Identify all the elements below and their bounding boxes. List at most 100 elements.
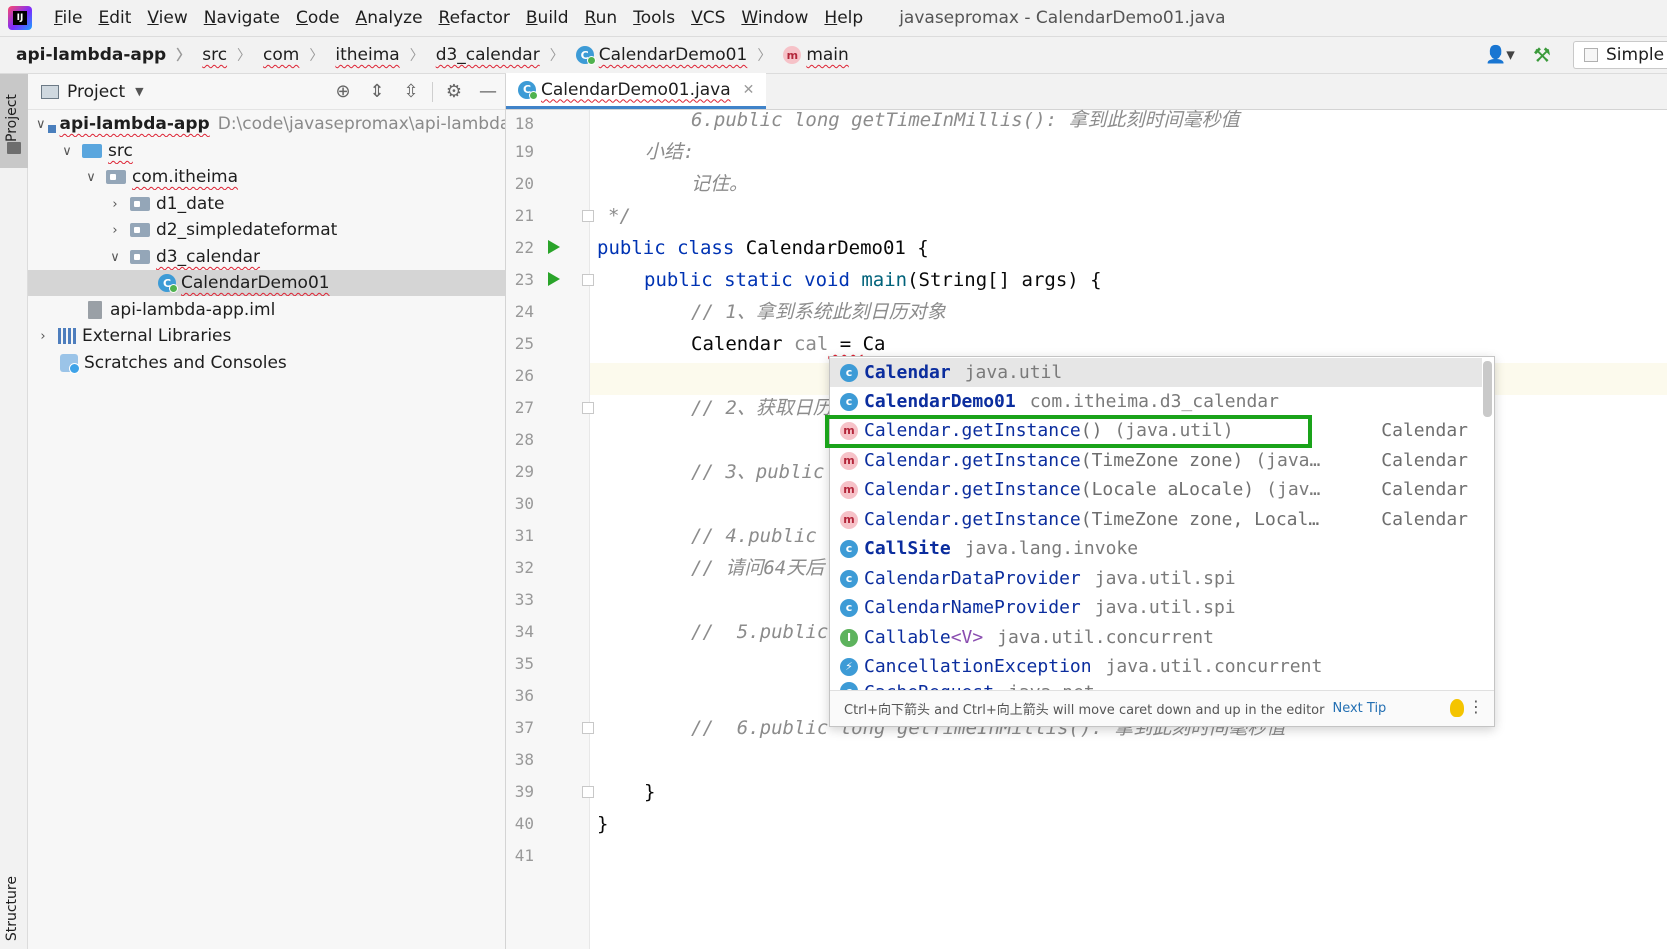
line-number: 19	[514, 142, 534, 161]
line-number: 35	[514, 654, 534, 673]
completion-item[interactable]: m Calendar.getInstance (TimeZone zone, L…	[830, 505, 1482, 534]
completion-scrollbar[interactable]	[1483, 361, 1492, 417]
completion-item[interactable]: ⚡ CancellationException java.util.concur…	[830, 652, 1482, 681]
more-options-icon[interactable]: ⋮	[1468, 697, 1484, 716]
project-view-select[interactable]: Project	[67, 82, 125, 102]
lightbulb-icon[interactable]	[1450, 699, 1464, 717]
left-tool-stripe: Project Structure	[0, 74, 28, 949]
completion-name: CalendarDataProvider	[864, 568, 1081, 589]
chevron-down-icon[interactable]: ∨	[84, 170, 98, 185]
user-dropdown-icon[interactable]: 👤▾	[1483, 44, 1517, 66]
project-tool-button[interactable]: Project	[0, 74, 28, 168]
breadcrumb-item-src[interactable]: src 〉	[196, 45, 257, 65]
tree-item-external-libraries[interactable]: › External Libraries	[28, 323, 505, 349]
class-icon: c	[840, 363, 858, 382]
completion-item[interactable]: m Calendar.getInstance (TimeZone zone) (…	[830, 446, 1482, 475]
menu-view[interactable]: View	[139, 8, 195, 28]
locate-target-icon[interactable]: ⊕	[326, 77, 360, 107]
collapse-all-icon[interactable]: ⇳	[394, 77, 428, 107]
completion-name: Calendar.getInstance	[864, 509, 1081, 530]
structure-tool-button[interactable]: Structure	[4, 876, 20, 941]
editor-gutter: 18 19 20 21 22 23 24 25 26 27 28 29 30 3…	[506, 110, 594, 949]
tree-item-label: api-lambda-app.iml	[110, 300, 276, 320]
completion-location: (java…	[1255, 450, 1321, 471]
breadcrumb-item-com[interactable]: com 〉	[257, 45, 329, 65]
code-line-21: */	[608, 205, 631, 227]
completion-location: java.util.concurrent	[1105, 656, 1323, 677]
breadcrumb-item-method[interactable]: m main	[777, 45, 854, 65]
tree-item-label: External Libraries	[82, 326, 232, 346]
menu-vcs[interactable]: VCS	[683, 8, 733, 28]
chevron-down-icon[interactable]: ∨	[36, 117, 46, 132]
tree-item-scratches[interactable]: Scratches and Consoles	[28, 350, 505, 376]
code-line-22: public class CalendarDemo01 {	[597, 232, 929, 264]
gear-icon[interactable]: ⚙	[437, 77, 471, 107]
breadcrumb-item-itheima[interactable]: itheima 〉	[329, 45, 429, 65]
method-icon: m	[840, 510, 858, 529]
chevron-right-icon[interactable]: ›	[36, 329, 50, 344]
iml-file-icon	[88, 301, 102, 319]
completion-location: java.lang.invoke	[964, 538, 1139, 559]
breadcrumb-label: com	[263, 45, 300, 65]
tree-item-calendardemo01[interactable]: C CalendarDemo01	[28, 270, 505, 296]
menu-code[interactable]: Code	[288, 8, 348, 28]
completion-item[interactable]: c CalendarDataProvider java.util.spi	[830, 564, 1482, 593]
breadcrumb-item-module[interactable]: api-lambda-app 〉	[0, 45, 196, 65]
tree-item-iml[interactable]: api-lambda-app.iml	[28, 297, 505, 323]
libraries-icon	[58, 328, 76, 344]
expand-all-icon[interactable]: ⇕	[360, 77, 394, 107]
menu-file[interactable]: File	[46, 8, 90, 28]
completion-location: com.itheima.d3_calendar	[1029, 391, 1279, 412]
menu-help[interactable]: Help	[816, 8, 871, 28]
chevron-down-icon[interactable]: ▼	[135, 85, 143, 98]
selection-highlight-box	[825, 415, 1312, 448]
tree-item-d3-calendar[interactable]: ∨ d3_calendar	[28, 244, 505, 270]
code-line-34: // 5.public	[691, 621, 829, 643]
completion-item[interactable]: c CallSite java.lang.invoke	[830, 534, 1482, 563]
chevron-down-icon[interactable]: ∨	[60, 144, 74, 159]
completion-item[interactable]: I Callable <V> java.util.concurrent	[830, 623, 1482, 652]
tree-item-d1-date[interactable]: › d1_date	[28, 191, 505, 217]
folder-icon	[7, 142, 21, 154]
tree-item-module[interactable]: ∨ api-lambda-app D:\code\javasepromax\ap…	[28, 111, 505, 137]
breadcrumb-item-class[interactable]: C CalendarDemo01 〉	[570, 45, 778, 65]
tree-item-label: src	[108, 141, 133, 161]
tree-item-com-itheima[interactable]: ∨ com.itheima	[28, 164, 505, 190]
minimize-icon[interactable]: —	[471, 77, 505, 107]
breadcrumb-label: main	[806, 45, 849, 65]
completion-location: java.util.spi	[1094, 568, 1236, 589]
menu-navigate[interactable]: Navigate	[196, 8, 288, 28]
completion-name-text: Calendar	[864, 362, 951, 383]
close-icon[interactable]: ✕	[743, 82, 755, 98]
menu-analyze[interactable]: Analyze	[348, 8, 431, 28]
breadcrumb-item-d3-calendar[interactable]: d3_calendar 〉	[430, 45, 570, 65]
tree-item-src[interactable]: ∨ src	[28, 138, 505, 164]
chevron-right-icon[interactable]: ›	[108, 197, 122, 212]
exception-class-icon: ⚡	[840, 657, 858, 676]
menu-build[interactable]: Build	[518, 8, 577, 28]
build-hammer-icon[interactable]: ⚒	[1533, 43, 1557, 67]
menu-tools[interactable]: Tools	[625, 8, 683, 28]
completion-params: (TimeZone zone)	[1080, 450, 1244, 471]
menu-run[interactable]: Run	[577, 8, 626, 28]
menu-edit[interactable]: Edit	[90, 8, 139, 28]
completion-item[interactable]: c CalendarDemo01 com.itheima.d3_calendar	[830, 387, 1482, 416]
tree-item-d2-simpledateformat[interactable]: › d2_simpledateformat	[28, 217, 505, 243]
project-view-icon	[41, 84, 59, 99]
line-number: 40	[514, 814, 534, 833]
completion-item[interactable]: c CalendarNameProvider java.util.spi	[830, 593, 1482, 622]
completion-item[interactable]: c Calendar java.util	[830, 358, 1482, 387]
menu-refactor[interactable]: Refactor	[431, 8, 518, 28]
completion-footer: Ctrl+向下箭头 and Ctrl+向上箭头 will move caret …	[830, 690, 1494, 726]
chevron-down-icon[interactable]: ∨	[108, 250, 122, 265]
next-tip-link[interactable]: Next Tip	[1332, 701, 1386, 716]
chevron-right-icon[interactable]: ›	[108, 223, 122, 238]
menu-window[interactable]: Window	[733, 8, 816, 28]
package-icon	[130, 197, 150, 211]
completion-name-text: CalendarDemo01	[864, 391, 1016, 412]
run-class-icon[interactable]	[548, 240, 560, 254]
run-main-icon[interactable]	[548, 272, 560, 286]
run-configuration-select[interactable]: Simple	[1573, 41, 1667, 69]
completion-item[interactable]: m Calendar.getInstance (Locale aLocale) …	[830, 475, 1482, 504]
window-title: javasepromax - CalendarDemo01.java	[899, 8, 1226, 28]
